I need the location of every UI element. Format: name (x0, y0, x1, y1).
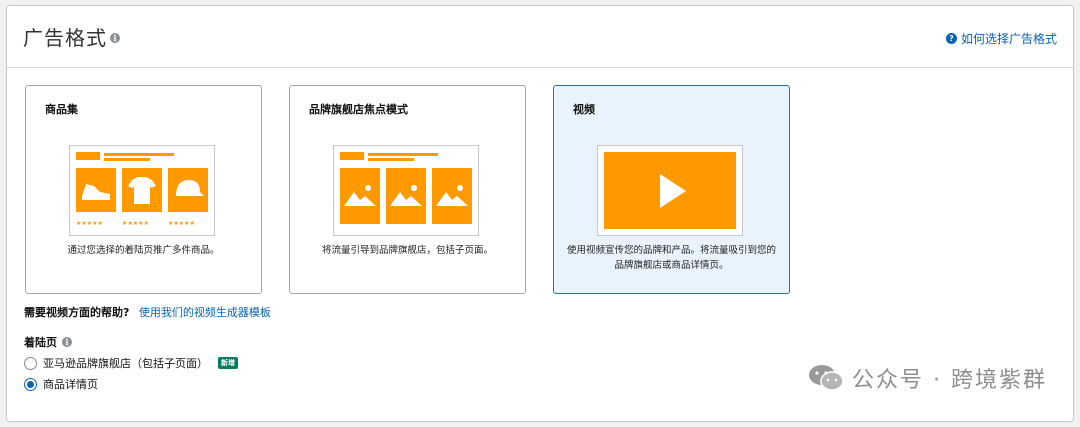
card-description: 使用视频宣传您的品牌和产品。将流量吸引到您的品牌旗舰店或商品详情页。 (566, 245, 776, 271)
help-link-label: 如何选择广告格式 (960, 32, 1057, 46)
radio-label: 商品详情页 (43, 378, 98, 391)
radio-button[interactable] (24, 356, 37, 370)
video-thumbnail (597, 145, 743, 236)
video-help: 需要视频方面的帮助? 使用我们的视频生成器模板 (24, 304, 271, 320)
radio-label: 亚马逊品牌旗舰店（包括子页面） (43, 357, 208, 370)
radio-brand-store[interactable]: 亚马逊品牌旗舰店（包括子页面） 新增 (24, 355, 238, 371)
panel-header: 广告格式 i ? 如何选择广告格式 (7, 6, 1073, 68)
card-title: 视频 (573, 103, 595, 116)
wechat-icon (809, 365, 844, 391)
card-title: 品牌旗舰店焦点模式 (309, 103, 408, 116)
watermark: 公众号 · 跨境紫群 (808, 362, 1047, 394)
video-builder-template-link[interactable]: 使用我们的视频生成器模板 (139, 306, 271, 319)
product-collection-thumbnail: ★★★★★ ★★★★★ ★★★★★ (69, 145, 215, 236)
landing-page-heading: 着陆页 i (24, 334, 72, 350)
card-store-spotlight[interactable]: 品牌旗舰店焦点模式 将流量引导到品牌旗舰店，包括子页面。 (289, 85, 526, 294)
card-title: 商品集 (45, 103, 78, 116)
video-help-question: 需要视频方面的帮助? (24, 306, 130, 319)
svg-text:★★★★★: ★★★★★ (168, 220, 195, 227)
card-video[interactable]: 视频 使用视频宣传您的品牌和产品。将流量吸引到您的品牌旗舰店或商品详情页。 (553, 85, 790, 294)
page-title: 广告格式 (23, 26, 107, 50)
video-illustration (604, 152, 736, 229)
how-to-choose-link[interactable]: ? 如何选择广告格式 (945, 30, 1057, 47)
info-icon[interactable]: i (62, 337, 72, 347)
product-collection-illustration: ★★★★★ ★★★★★ ★★★★★ (76, 152, 208, 227)
card-description: 通过您选择的着陆页推广多件商品。 (67, 245, 220, 256)
store-spotlight-illustration (340, 152, 472, 224)
ad-format-panel: 广告格式 i ? 如何选择广告格式 商品集 ★★★★★ ★★★★★ ★★★★★ … (6, 5, 1074, 422)
watermark-text: 公众号 · 跨境紫群 (852, 368, 1047, 393)
info-icon[interactable]: i (110, 33, 120, 43)
card-description: 将流量引导到品牌旗舰店，包括子页面。 (321, 245, 493, 256)
new-badge: 新增 (218, 357, 238, 369)
landing-page-title: 着陆页 (24, 336, 57, 349)
radio-button-checked[interactable] (24, 377, 37, 391)
question-icon: ? (945, 33, 957, 44)
radio-product-detail-page[interactable]: 商品详情页 (24, 376, 98, 392)
svg-text:★★★★★: ★★★★★ (122, 220, 149, 227)
store-spotlight-thumbnail (333, 145, 479, 236)
svg-text:★★★★★: ★★★★★ (76, 220, 103, 227)
card-product-collection[interactable]: 商品集 ★★★★★ ★★★★★ ★★★★★ 通过您选择的着陆页推广多件商品。 (25, 85, 262, 294)
